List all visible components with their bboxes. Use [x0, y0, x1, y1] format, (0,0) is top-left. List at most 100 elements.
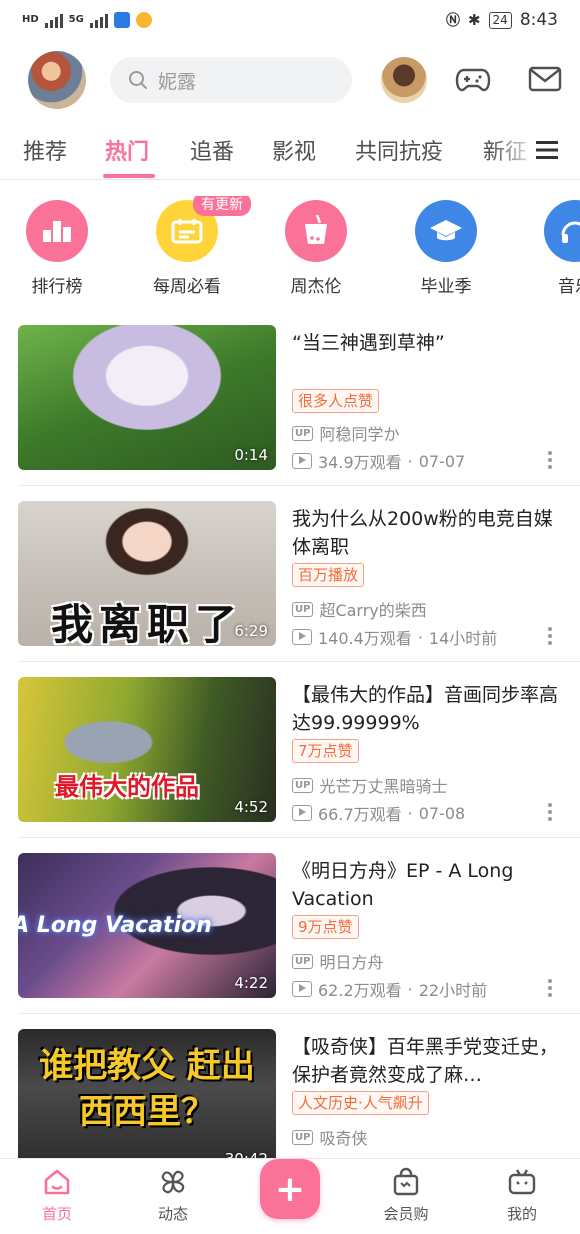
video-title: 【吸奇侠】百年黑手党变迁史，保护者竟然变成了麻… — [292, 1036, 559, 1086]
video-duration: 0:14 — [234, 446, 268, 464]
video-duration: 30:42 — [225, 1150, 268, 1158]
video-tag: 7万点赞 — [292, 739, 359, 763]
tab-hot[interactable]: 热门 — [105, 134, 149, 166]
video-title: 我为什么从200w粉的电竞自媒体离职 — [292, 508, 553, 558]
publish-plus-button[interactable]: + — [260, 1159, 320, 1219]
more-icon[interactable] — [548, 627, 552, 645]
video-card[interactable]: 最伟大的作品 4:52 【最伟大的作品】音画同步率高达99.99999% 7万点… — [0, 677, 580, 853]
video-card[interactable]: 我离职了 6:29 我为什么从200w粉的电竞自媒体离职 百万播放 UP 超Ca… — [0, 501, 580, 677]
nav-label: 会员购 — [383, 1205, 429, 1223]
divider — [18, 485, 580, 486]
shortcut-graduation[interactable]: 毕业季 — [386, 196, 506, 297]
update-badge: 有更新 — [193, 196, 251, 216]
video-title: 【最伟大的作品】音画同步率高达99.99999% — [292, 684, 559, 734]
nav-member-shop[interactable]: 会员购 — [366, 1167, 446, 1224]
video-tag: 9万点赞 — [292, 915, 359, 939]
separator-dot: · — [417, 627, 423, 647]
shortcut-ranking[interactable]: 排行榜 — [0, 196, 117, 297]
bluetooth-icon: ✱ — [467, 11, 481, 29]
uploader-name: 阿稳同学か — [319, 425, 400, 444]
video-thumbnail[interactable]: 0:14 — [18, 325, 276, 470]
tab-movies[interactable]: 影视 — [272, 134, 316, 166]
menu-icon[interactable] — [536, 140, 558, 160]
search-placeholder: 妮露 — [158, 70, 197, 93]
video-thumbnail[interactable]: A Long Vacation 4:22 — [18, 853, 276, 998]
more-icon[interactable] — [548, 803, 552, 821]
mail-icon[interactable] — [527, 63, 563, 95]
graduation-cap-icon — [415, 200, 477, 262]
play-count-icon — [292, 981, 312, 997]
uploader-name: 超Carry的柴西 — [319, 601, 427, 620]
network-indicator: 5G — [68, 14, 84, 25]
tab-anime[interactable]: 追番 — [190, 134, 234, 166]
shortcut-label: 每周必看 — [153, 277, 221, 297]
nav-home[interactable]: 首页 — [17, 1167, 97, 1224]
search-bar[interactable]: 妮露 — [110, 57, 352, 103]
separator-dot: · — [407, 979, 413, 999]
view-count: 62.2万观看 — [318, 981, 402, 1000]
play-count-icon — [292, 629, 312, 645]
tab-anti-epidemic[interactable]: 共同抗疫 — [355, 134, 443, 166]
bottom-nav: 首页 动态 + 会员购 我的 — [0, 1158, 580, 1234]
play-count-icon — [292, 453, 312, 469]
active-tab-indicator — [103, 174, 155, 178]
divider — [18, 1013, 580, 1014]
video-card[interactable]: 0:14 “当三神遇到草神” 很多人点赞 UP 阿稳同学か 34.9万观看 · … — [0, 325, 580, 501]
up-icon: UP — [292, 601, 314, 617]
shortcut-label: 音乐 — [558, 277, 580, 297]
separator-dot: · — [407, 451, 413, 471]
up-icon: UP — [292, 1129, 314, 1145]
top-header: 妮露 — [0, 48, 580, 112]
status-bar: HD 5G Ⓝ ✱ 24 8:43 — [0, 0, 580, 40]
video-thumbnail[interactable]: 我离职了 6:29 — [18, 501, 276, 646]
user-avatar[interactable] — [28, 51, 86, 109]
uploader-row: UP 阿稳同学か — [292, 421, 399, 445]
nav-dynamic[interactable]: 动态 — [133, 1167, 213, 1224]
status-left: HD 5G — [22, 12, 152, 28]
app-notification-icon — [113, 12, 130, 28]
video-card[interactable]: 谁把教父 赶出西西里？ 30:42 【吸奇侠】百年黑手党变迁史，保护者竟然变成了… — [0, 1029, 580, 1158]
video-duration: 6:29 — [234, 622, 268, 640]
separator-dot: · — [407, 803, 413, 823]
nav-label: 首页 — [41, 1205, 72, 1223]
status-time: 8:43 — [519, 10, 558, 30]
pinwheel-icon — [161, 1170, 185, 1194]
tv-icon — [508, 1169, 536, 1195]
nfc-icon: Ⓝ — [445, 13, 460, 29]
video-duration: 4:22 — [234, 974, 268, 992]
more-icon[interactable] — [548, 451, 552, 469]
game-center-avatar[interactable] — [381, 57, 427, 103]
shortcut-jay-chou[interactable]: 周杰伦 — [256, 196, 376, 297]
uploader-row: UP 光芒万丈黑暗骑士 — [292, 773, 447, 797]
view-count: 34.9万观看 — [318, 453, 402, 472]
category-tabs: 推荐 热门 追番 影视 共同抗疫 新征 — [0, 126, 580, 180]
video-thumbnail[interactable]: 谁把教父 赶出西西里？ 30:42 — [18, 1029, 276, 1158]
divider — [18, 661, 580, 662]
more-icon[interactable] — [548, 979, 552, 997]
nav-label: 动态 — [157, 1205, 188, 1223]
tab-fade — [490, 126, 580, 178]
tab-recommend[interactable]: 推荐 — [23, 134, 67, 166]
thumbnail-caption: 最伟大的作品 — [55, 773, 199, 801]
nav-mine[interactable]: 我的 — [482, 1167, 562, 1224]
publish-date: 07-08 — [418, 803, 466, 823]
shopping-bag-icon — [393, 1167, 419, 1196]
shortcut-row: 排行榜 每周必看 有更新 周杰伦 毕业季 音乐 — [0, 196, 580, 300]
stats-row: 140.4万观看 · 14小时前 — [292, 625, 497, 649]
gamepad-icon[interactable] — [455, 63, 491, 95]
home-icon — [44, 1169, 70, 1195]
uploader-name: 明日方舟 — [319, 953, 384, 972]
publish-date: 14小时前 — [428, 629, 498, 648]
view-count: 140.4万观看 — [318, 629, 412, 648]
shortcut-label: 毕业季 — [420, 277, 472, 297]
shortcut-music[interactable]: 音乐 — [515, 196, 580, 297]
video-card[interactable]: A Long Vacation 4:22 《明日方舟》EP - A Long V… — [0, 853, 580, 1029]
shortcut-label: 排行榜 — [31, 277, 83, 297]
video-thumbnail[interactable]: 最伟大的作品 4:52 — [18, 677, 276, 822]
thumbnail-caption: 谁把教父 赶出西西里？ — [39, 1046, 255, 1132]
uploader-name: 吸奇侠 — [319, 1129, 368, 1148]
signal-icon-2 — [89, 12, 108, 28]
nav-label: 我的 — [506, 1205, 537, 1223]
video-title: 《明日方舟》EP - A Long Vacation — [292, 860, 514, 910]
video-tag: 很多人点赞 — [292, 389, 380, 413]
